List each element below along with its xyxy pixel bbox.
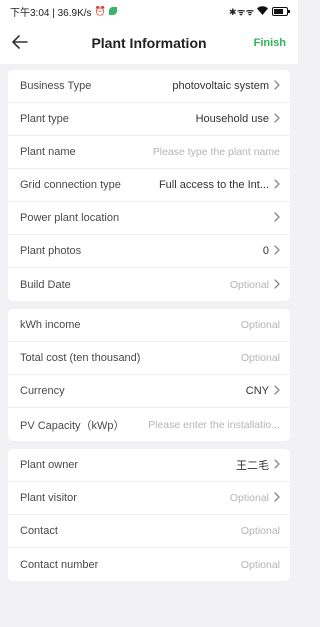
field-label: Plant name xyxy=(20,146,76,158)
field-placeholder[interactable]: Optional xyxy=(241,559,280,571)
form-row-build-date[interactable]: Build Date Optional xyxy=(8,268,290,301)
battery-icon xyxy=(272,6,290,16)
field-label: Contact number xyxy=(20,558,99,571)
form-row-plant-owner[interactable]: Plant owner 王二毛 xyxy=(8,449,290,482)
form-row-currency[interactable]: Currency CNY xyxy=(8,375,290,408)
field-value[interactable]: photovoltaic system xyxy=(172,80,269,92)
field-placeholder[interactable]: Optional xyxy=(241,525,280,537)
field-label: Plant photos xyxy=(20,245,82,257)
form-row-power-plant-location[interactable]: Power plant location xyxy=(8,202,290,235)
chevron-right-icon xyxy=(274,278,280,291)
field-label: Plant visitor xyxy=(20,492,77,504)
back-arrow-icon[interactable] xyxy=(12,33,42,53)
chevron-right-icon xyxy=(274,212,280,224)
field-value[interactable]: 王二毛 xyxy=(236,457,269,473)
chevron-right-icon xyxy=(274,385,280,397)
field-label: kWh income xyxy=(20,319,81,331)
field-value[interactable]: Full access to the Int... xyxy=(159,179,269,191)
field-value-group[interactable]: photovoltaic system xyxy=(172,80,280,92)
field-label: Plant type xyxy=(20,113,69,125)
wifi-icon xyxy=(257,5,268,17)
status-left: 下午3:04 | 36.9K/s ⏰ xyxy=(10,4,117,19)
form-row-total-cost-ten-thousand[interactable]: Total cost (ten thousand) Optional xyxy=(8,342,290,375)
form-row-plant-type[interactable]: Plant type Household use xyxy=(8,103,290,136)
form-row-plant-name[interactable]: Plant name Please type the plant name xyxy=(8,136,290,169)
chevron-right-icon xyxy=(274,245,280,257)
chevron-right-icon xyxy=(274,492,280,504)
field-value[interactable]: 0 xyxy=(263,245,269,257)
field-value[interactable]: Household use xyxy=(196,113,269,125)
chevron-right-icon xyxy=(274,80,280,92)
field-label: Grid connection type xyxy=(20,179,121,191)
field-value-group[interactable]: 王二毛 xyxy=(236,457,280,473)
plant-contacts-section: Plant owner 王二毛 Plant visitor Optional Conta… xyxy=(8,449,290,581)
form-row-contact-number[interactable]: Contact number Optional xyxy=(8,548,290,581)
chevron-right-icon xyxy=(274,459,280,471)
field-placeholder[interactable]: Please type the plant name xyxy=(153,146,280,158)
status-bar: 下午3:04 | 36.9K/s ⏰ ✱ ᯤ ᯤ xyxy=(0,0,298,22)
field-value-group[interactable]: CNY xyxy=(246,385,280,397)
field-label: Business Type xyxy=(20,80,92,92)
field-value-group[interactable]: Household use xyxy=(196,113,280,125)
field-value[interactable]: CNY xyxy=(246,385,269,397)
field-value-group[interactable]: Optional xyxy=(241,525,280,537)
field-value-group[interactable]: Optional xyxy=(241,559,280,571)
chevron-right-icon xyxy=(274,113,280,125)
field-value-group[interactable]: Optional xyxy=(230,279,280,291)
status-time: 下午3:04 | 36.9K/s xyxy=(10,7,92,19)
field-label: Contact xyxy=(20,525,58,537)
field-label: Power plant location xyxy=(20,212,120,224)
field-placeholder[interactable]: Optional xyxy=(241,319,280,331)
plant-financial-section: kWh income Optional Total cost (ten thousa… xyxy=(8,309,290,441)
field-value-group[interactable]: Optional xyxy=(241,319,280,331)
field-label: Build Date xyxy=(20,278,71,291)
form-row-plant-visitor[interactable]: Plant visitor Optional xyxy=(8,482,290,515)
form-row-kwh-income[interactable]: kWh income Optional xyxy=(8,309,290,342)
signal-icon: ✱ ᯤ ᯤ xyxy=(229,6,254,17)
field-label: Currency xyxy=(20,385,65,397)
form-row-grid-connection-type[interactable]: Grid connection type Full access to the I… xyxy=(8,169,290,202)
form-content: Business Type photovoltaic system Plant ty… xyxy=(0,64,298,581)
field-label: PV Capacity（kWp） xyxy=(20,419,125,432)
plant-basic-section: Business Type photovoltaic system Plant ty… xyxy=(8,70,290,301)
field-placeholder[interactable]: Optional xyxy=(241,352,280,364)
field-value-group[interactable]: Please enter the installatio... xyxy=(148,419,280,431)
status-right: ✱ ᯤ ᯤ xyxy=(229,5,290,18)
form-row-contact[interactable]: Contact Optional xyxy=(8,515,290,548)
field-value-group[interactable] xyxy=(269,212,280,224)
app-notification-icon xyxy=(108,7,117,15)
form-row-plant-photos[interactable]: Plant photos 0 xyxy=(8,235,290,268)
field-value-group[interactable]: Optional xyxy=(230,492,280,504)
field-value-group[interactable]: Full access to the Int... xyxy=(159,179,280,191)
chevron-right-icon xyxy=(274,179,280,191)
field-placeholder[interactable]: Please enter the installatio... xyxy=(148,419,280,431)
field-placeholder[interactable]: Optional xyxy=(230,492,269,504)
field-value-group[interactable]: Optional xyxy=(241,352,280,364)
field-label: Total cost (ten thousand) xyxy=(20,352,141,364)
field-value-group[interactable]: 0 xyxy=(263,245,280,257)
field-placeholder[interactable]: Optional xyxy=(230,279,269,291)
alarm-icon: ⏰ xyxy=(94,5,106,16)
nav-bar: Plant Information Finish xyxy=(0,22,298,64)
field-label: Plant owner xyxy=(20,459,79,471)
finish-button[interactable]: Finish xyxy=(254,37,286,49)
field-value-group[interactable]: Please type the plant name xyxy=(153,146,280,158)
form-row-business-type[interactable]: Business Type photovoltaic system xyxy=(8,70,290,103)
form-row-pv-capacity-kwp[interactable]: PV Capacity（kWp） Please enter the install… xyxy=(8,408,290,441)
